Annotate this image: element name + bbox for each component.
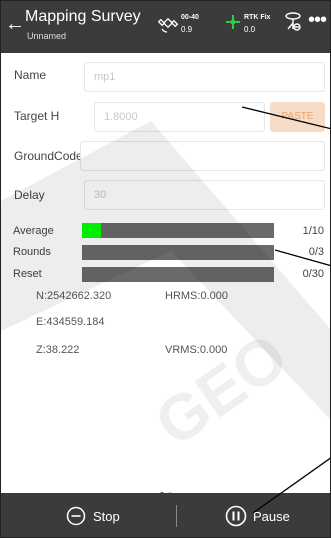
rounds-progress-bar — [82, 245, 274, 260]
average-progress-fill — [82, 223, 102, 238]
rover-receiver-icon[interactable] — [283, 11, 303, 33]
average-progress-bar — [82, 223, 274, 238]
progress-label-reset: Reset — [13, 268, 42, 280]
name-label: Name — [14, 68, 47, 82]
stop-icon — [66, 506, 86, 526]
pdop-value: 0.9 — [181, 25, 193, 34]
footer-divider — [176, 505, 177, 527]
progress-label-rounds: Rounds — [13, 246, 51, 258]
reset-progress-bar — [82, 267, 274, 282]
rtk-status-icon[interactable] — [225, 14, 241, 30]
stop-button[interactable]: Stop — [66, 503, 120, 529]
rtk-solution-label: RTK Fix — [244, 14, 271, 21]
delay-label: Delay — [14, 188, 45, 202]
stop-label: Stop — [93, 508, 120, 524]
target-height-label: Target H — [14, 109, 60, 123]
elevation-value: Z:38.222 — [36, 344, 80, 356]
rtk-age-value: 0.0 — [244, 25, 256, 34]
satellite-icon[interactable] — [158, 13, 180, 35]
name-input[interactable]: mp1 — [84, 62, 325, 92]
pause-button[interactable]: Pause — [225, 503, 290, 529]
pause-label: Pause — [253, 508, 290, 524]
back-arrow-icon[interactable]: ← — [5, 13, 25, 35]
hrms-value: HRMS:0.000 — [165, 290, 228, 302]
more-options-icon[interactable]: ••• — [308, 10, 327, 30]
progress-label-average: Average — [13, 225, 54, 237]
vrms-value: VRMS:0.000 — [165, 344, 228, 356]
northing-value: N:2542662.320 — [36, 290, 112, 302]
paste-button[interactable]: PASTE — [270, 102, 325, 132]
pause-icon — [225, 505, 247, 527]
app-header: ← Mapping Survey Unnamed 00-40 0.9 RTK F… — [1, 1, 330, 53]
groundcode-input[interactable] — [80, 141, 325, 171]
satellite-count: 00-40 — [181, 14, 199, 21]
page-title: Mapping Survey — [25, 8, 141, 25]
watermark-text: GEO — [142, 319, 300, 460]
mapping-survey-screen: ← Mapping Survey Unnamed 00-40 0.9 RTK F… — [0, 0, 331, 538]
project-name: Unnamed — [27, 31, 67, 41]
average-count: 1/10 — [302, 225, 324, 237]
delay-input[interactable]: 30 — [84, 180, 325, 210]
reset-count: 0/30 — [302, 268, 324, 280]
rounds-count: 0/3 — [308, 246, 324, 258]
groundcode-label: GroundCode — [14, 149, 83, 163]
target-height-input[interactable]: 1.8000 — [94, 102, 265, 132]
easting-value: E:434559.184 — [36, 316, 105, 328]
action-bar: Stop Pause — [1, 493, 330, 537]
